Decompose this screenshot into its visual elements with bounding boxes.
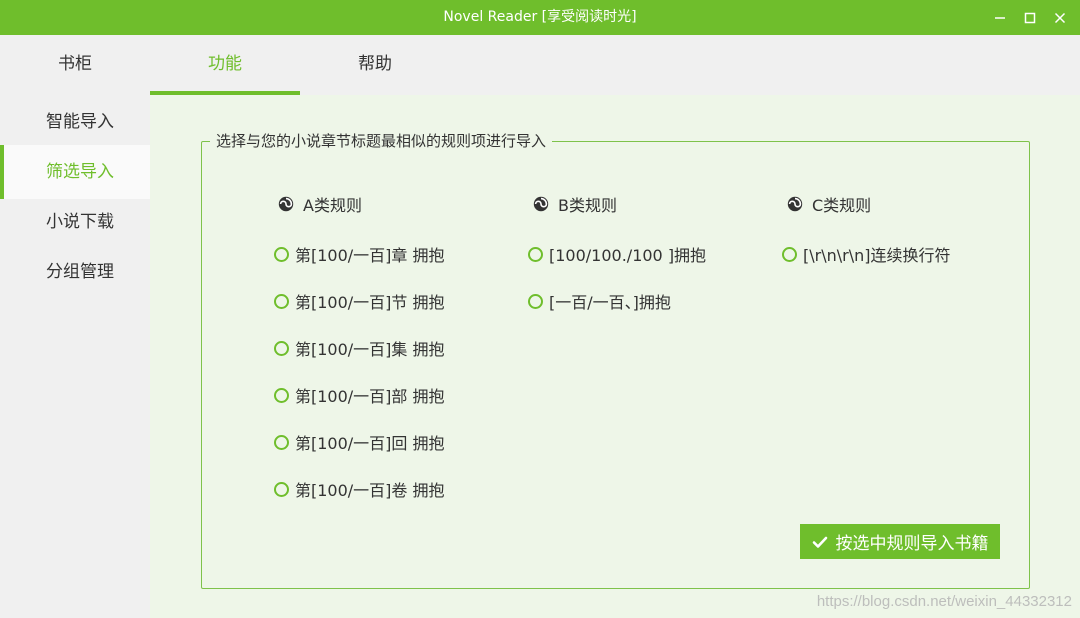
content-panel: 选择与您的小说章节标题最相似的规则项进行导入 A类规则 B类规则 C类规则 第[…	[150, 95, 1080, 618]
minimize-button[interactable]	[985, 0, 1015, 35]
rule-option-a4[interactable]: 第[100/一百]部 拥抱	[274, 383, 445, 407]
radio-button[interactable]	[274, 246, 289, 262]
rules-legend: 选择与您的小说章节标题最相似的规则项进行导入	[210, 131, 553, 151]
radio-button[interactable]	[782, 246, 797, 262]
rule-option-label: [一百/一百、]拥抱	[549, 293, 671, 312]
radio-button[interactable]	[528, 246, 543, 262]
sidebar: 智能导入 筛选导入 小说下载 分组管理	[0, 95, 150, 618]
import-by-rule-button[interactable]: 按选中规则导入书籍	[800, 524, 1000, 559]
rule-option-b2[interactable]: [一百/一百、]拥抱	[528, 289, 671, 313]
column-header-a: A类规则	[277, 192, 362, 216]
import-button-label: 按选中规则导入书籍	[835, 534, 989, 554]
rule-option-a1[interactable]: 第[100/一百]章 拥抱	[274, 242, 445, 266]
sidebar-item-filter-import[interactable]: 筛选导入	[0, 145, 150, 199]
rule-option-label: [100/100./100 ]拥抱	[549, 246, 707, 265]
check-icon	[812, 536, 827, 548]
column-header-c-label: C类规则	[812, 196, 872, 215]
swirl-icon	[533, 196, 549, 212]
rule-option-a5[interactable]: 第[100/一百]回 拥抱	[274, 430, 445, 454]
rule-option-c1[interactable]: [\r\n\r\n]连续换行符	[782, 242, 951, 266]
tab-functions[interactable]: 功能	[150, 35, 300, 95]
watermark: https://blog.csdn.net/weixin_44332312	[816, 593, 1072, 610]
rule-option-label: 第[100/一百]章 拥抱	[295, 246, 445, 265]
tab-bookshelf[interactable]: 书柜	[0, 35, 150, 95]
swirl-icon	[278, 196, 294, 212]
sidebar-item-group-manage[interactable]: 分组管理	[0, 245, 150, 299]
main-tabs: 书柜 功能 帮助	[0, 35, 1080, 95]
radio-button[interactable]	[274, 340, 289, 356]
rule-option-label: 第[100/一百]回 拥抱	[295, 434, 445, 453]
rule-option-label: 第[100/一百]集 拥抱	[295, 340, 445, 359]
column-header-b: B类规则	[532, 192, 617, 216]
sidebar-item-novel-download[interactable]: 小说下载	[0, 195, 150, 249]
maximize-button[interactable]	[1015, 0, 1045, 35]
radio-button[interactable]	[274, 387, 289, 403]
rule-option-label: 第[100/一百]部 拥抱	[295, 387, 445, 406]
rule-option-a2[interactable]: 第[100/一百]节 拥抱	[274, 289, 445, 313]
tab-help[interactable]: 帮助	[300, 35, 450, 95]
rule-option-label: 第[100/一百]节 拥抱	[295, 293, 445, 312]
column-header-c: C类规则	[786, 192, 871, 216]
column-header-a-label: A类规则	[303, 196, 362, 215]
radio-button[interactable]	[274, 434, 289, 450]
close-icon	[1054, 12, 1066, 23]
title-bar: Novel Reader [享受阅读时光]	[0, 0, 1080, 35]
radio-button[interactable]	[274, 481, 289, 497]
rule-option-a6[interactable]: 第[100/一百]卷 拥抱	[274, 477, 445, 501]
radio-button[interactable]	[274, 293, 289, 309]
radio-button[interactable]	[528, 293, 543, 309]
maximize-icon	[1024, 12, 1036, 23]
close-button[interactable]	[1045, 0, 1075, 35]
sidebar-item-smart-import[interactable]: 智能导入	[0, 95, 150, 149]
minimize-icon	[995, 16, 1005, 19]
column-header-b-label: B类规则	[558, 196, 617, 215]
rule-option-label: 第[100/一百]卷 拥抱	[295, 481, 445, 500]
rules-groupbox: 选择与您的小说章节标题最相似的规则项进行导入 A类规则 B类规则 C类规则 第[…	[201, 131, 1030, 589]
swirl-icon	[787, 196, 803, 212]
rule-option-label: [\r\n\r\n]连续换行符	[803, 246, 951, 265]
rule-option-b1[interactable]: [100/100./100 ]拥抱	[528, 242, 706, 266]
window-title: Novel Reader [享受阅读时光]	[443, 9, 637, 25]
rule-option-a3[interactable]: 第[100/一百]集 拥抱	[274, 336, 445, 360]
